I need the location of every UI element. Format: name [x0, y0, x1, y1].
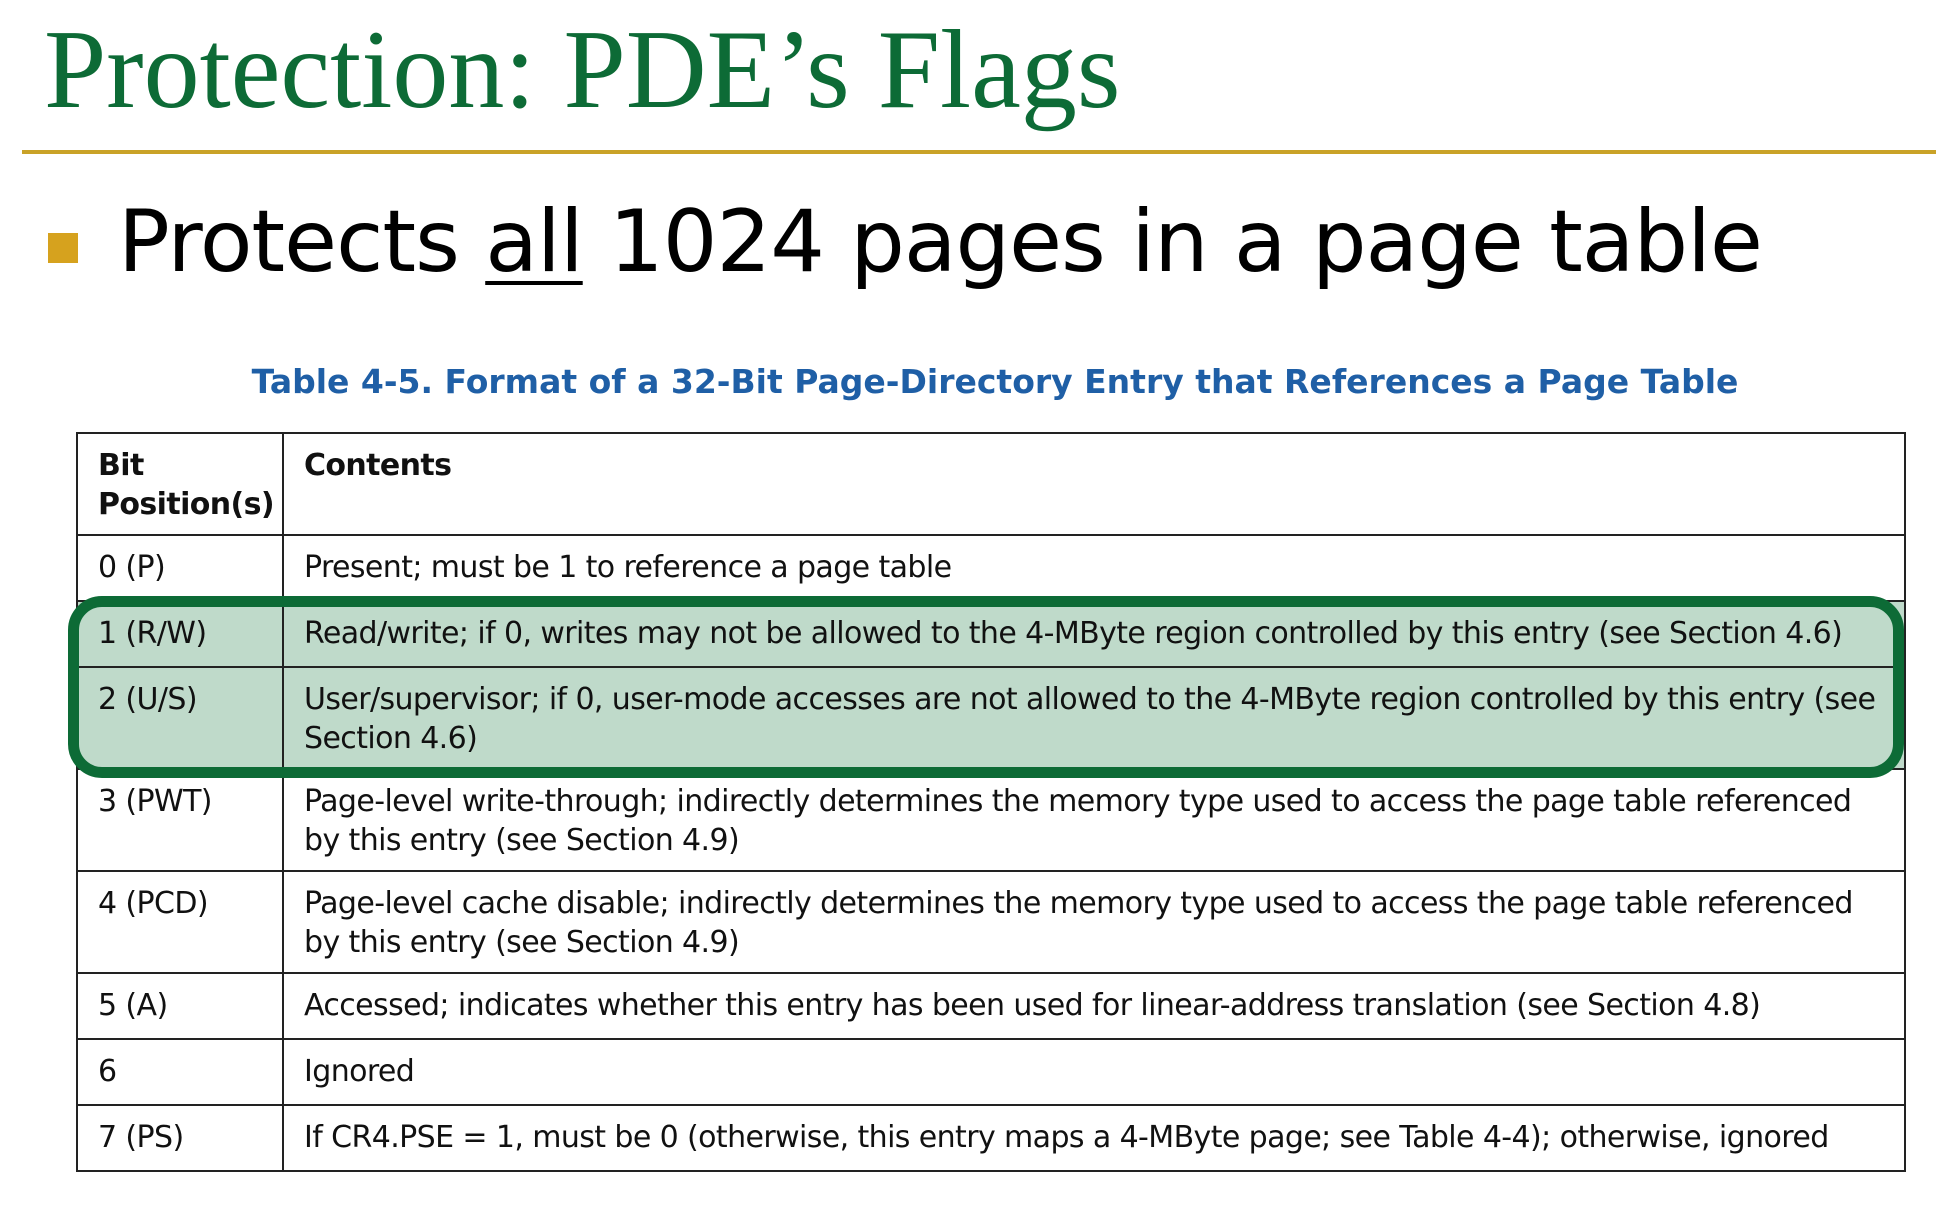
table-header-row: Bit Position(s) Contents	[76, 432, 1906, 536]
table-row-highlighted: 1 (R/W) Read/write; if 0, writes may not…	[76, 600, 1906, 668]
bullet-point: Protects all 1024 pages in a page table	[48, 192, 1763, 292]
bit-cell: 1 (R/W)	[76, 600, 284, 668]
bullet-text-after: 1024 pages in a page table	[582, 192, 1763, 292]
bullet-text: Protects all 1024 pages in a page table	[118, 192, 1763, 292]
bit-cell: 4 (PCD)	[76, 870, 284, 974]
contents-cell: Present; must be 1 to reference a page t…	[282, 534, 1906, 602]
bit-cell: 5 (A)	[76, 972, 284, 1040]
table-row: 0 (P) Present; must be 1 to reference a …	[76, 534, 1906, 602]
pde-format-table-container: Bit Position(s) Contents 0 (P) Present; …	[76, 432, 1906, 1172]
bit-cell: 2 (U/S)	[76, 666, 284, 770]
bullet-text-emphasis: all	[485, 192, 583, 292]
table-row: 6 Ignored	[76, 1038, 1906, 1106]
table-row-highlighted: 2 (U/S) User/supervisor; if 0, user-mode…	[76, 666, 1906, 770]
title-divider	[22, 150, 1936, 154]
bullet-text-before: Protects	[118, 192, 486, 292]
contents-cell: If CR4.PSE = 1, must be 0 (otherwise, th…	[282, 1104, 1906, 1172]
table-row: 3 (PWT) Page-level write-through; indire…	[76, 768, 1906, 872]
contents-cell: Page-level cache disable; indirectly det…	[282, 870, 1906, 974]
table-row: 4 (PCD) Page-level cache disable; indire…	[76, 870, 1906, 974]
table-row: 7 (PS) If CR4.PSE = 1, must be 0 (otherw…	[76, 1104, 1906, 1172]
table-row: 5 (A) Accessed; indicates whether this e…	[76, 972, 1906, 1040]
pde-format-table: Bit Position(s) Contents 0 (P) Present; …	[76, 432, 1906, 1172]
bit-cell: 6	[76, 1038, 284, 1106]
bit-cell: 0 (P)	[76, 534, 284, 602]
bit-cell: 3 (PWT)	[76, 768, 284, 872]
contents-cell: Accessed; indicates whether this entry h…	[282, 972, 1906, 1040]
header-bit-positions: Bit Position(s)	[76, 432, 284, 536]
header-contents: Contents	[282, 432, 1906, 536]
table-caption: Table 4-5. Format of a 32-Bit Page-Direc…	[251, 362, 1739, 401]
slide-title: Protection: PDE’s Flags	[44, 8, 1121, 132]
contents-cell: User/supervisor; if 0, user-mode accesse…	[282, 666, 1906, 770]
contents-cell: Ignored	[282, 1038, 1906, 1106]
bit-cell: 7 (PS)	[76, 1104, 284, 1172]
contents-cell: Page-level write-through; indirectly det…	[282, 768, 1906, 872]
contents-cell: Read/write; if 0, writes may not be allo…	[282, 600, 1906, 668]
bullet-square-icon	[48, 233, 78, 263]
